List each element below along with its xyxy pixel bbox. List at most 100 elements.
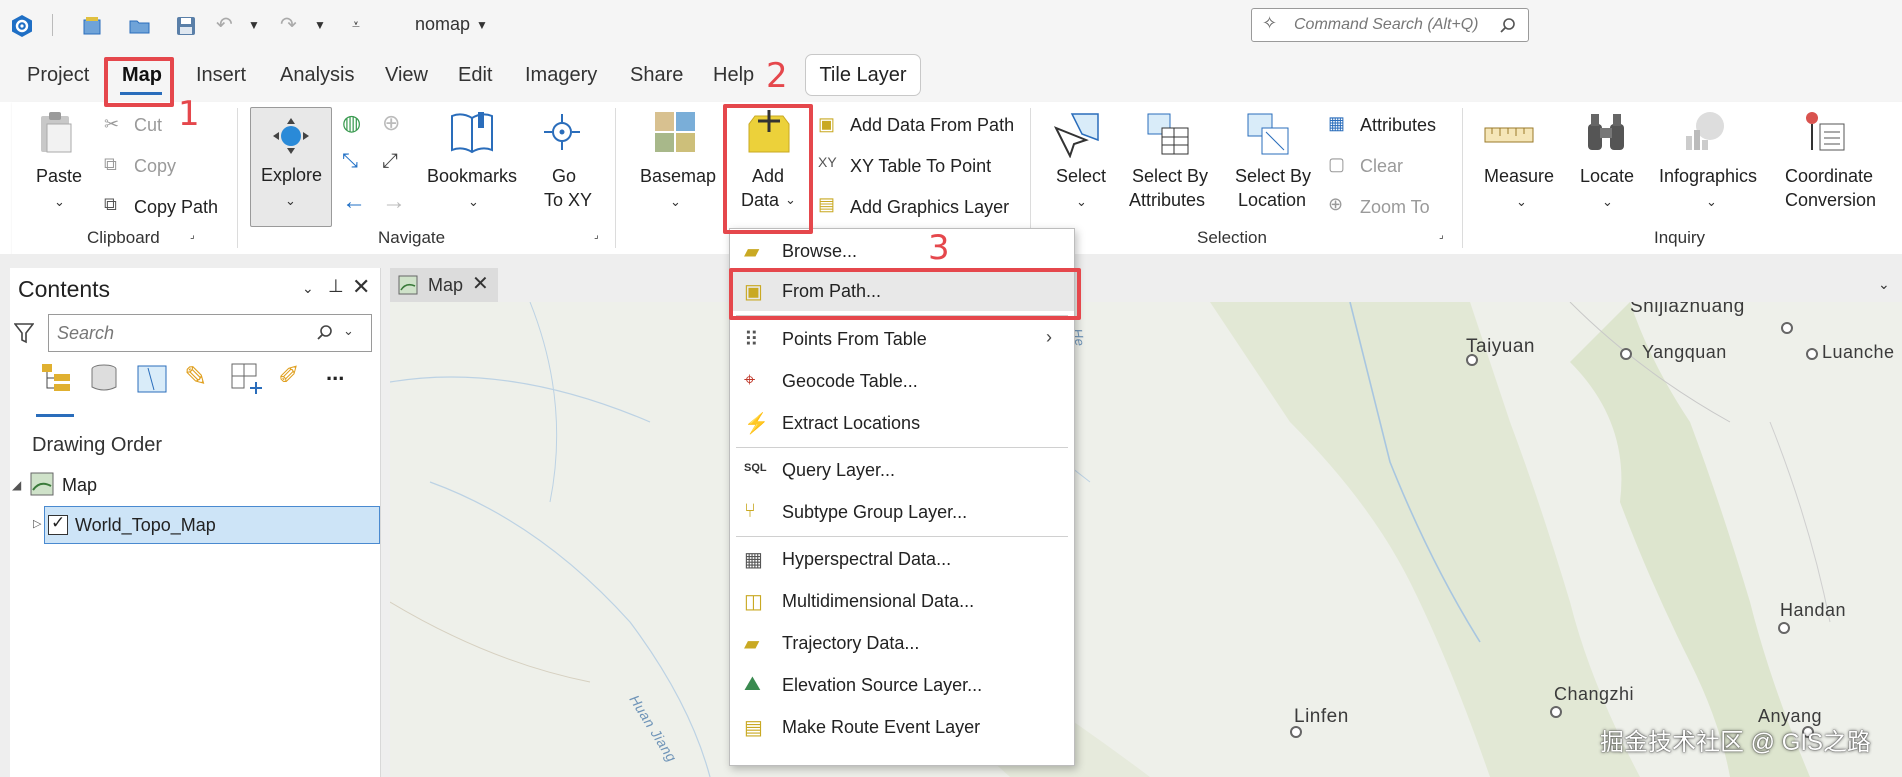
navigate-launcher-icon[interactable]: ⌟ bbox=[594, 230, 599, 241]
menu-item-browse[interactable]: ▰ Browse... bbox=[730, 231, 1074, 271]
explore-globe-icon bbox=[273, 118, 309, 154]
measure-chevron-icon[interactable]: ⌄ bbox=[1516, 194, 1527, 210]
clipboard-launcher-icon[interactable]: ⌟ bbox=[190, 230, 195, 241]
menu-item-subtype-group-layer[interactable]: ⑂ Subtype Group Layer... bbox=[730, 492, 1074, 532]
go-to-xy-line1[interactable]: Go bbox=[552, 164, 576, 188]
tab-analysis[interactable]: Analysis bbox=[280, 64, 354, 87]
menu-item-points-from-table[interactable]: ⠿ Points From Table › bbox=[730, 319, 1074, 359]
list-by-selection-icon[interactable] bbox=[136, 362, 168, 394]
select-by-location-line2[interactable]: Location bbox=[1238, 188, 1306, 212]
copy-path-button[interactable]: Copy Path bbox=[134, 197, 218, 218]
list-by-labeling-icon[interactable]: ✐ bbox=[278, 360, 300, 391]
add-data-from-path-button[interactable]: Add Data From Path bbox=[850, 115, 1014, 136]
collapse-map-icon[interactable]: ◢ bbox=[12, 478, 21, 492]
layer-visibility-checkbox[interactable]: ✓ bbox=[48, 513, 68, 535]
tab-insert[interactable]: Insert bbox=[196, 64, 246, 87]
selection-launcher-icon[interactable]: ⌟ bbox=[1439, 230, 1444, 241]
menu-item-geocode-table[interactable]: ⌖ Geocode Table... bbox=[730, 361, 1074, 401]
list-by-drawing-order-icon[interactable] bbox=[40, 362, 72, 394]
add-graphics-layer-button[interactable]: Add Graphics Layer bbox=[850, 197, 1009, 218]
tab-tile-layer[interactable]: Tile Layer bbox=[805, 54, 921, 96]
undo-dropdown-chevron-icon[interactable]: ▼ bbox=[248, 18, 260, 32]
infographics-button[interactable]: Infographics bbox=[1659, 164, 1757, 188]
redo-icon[interactable]: ↷ bbox=[280, 12, 297, 37]
list-by-snapping-icon[interactable] bbox=[230, 362, 264, 394]
select-by-location-line1[interactable]: Select By bbox=[1235, 164, 1311, 188]
menu-item-make-route-event-layer[interactable]: ▤ Make Route Event Layer bbox=[730, 707, 1074, 747]
locate-chevron-icon[interactable]: ⌄ bbox=[1602, 194, 1613, 210]
layer-row-world-topo-map[interactable]: ▷ ✓ World_Topo_Map bbox=[33, 506, 380, 544]
cut-button[interactable]: Cut bbox=[134, 115, 162, 136]
measure-button[interactable]: Measure bbox=[1484, 164, 1554, 188]
select-button[interactable]: Select bbox=[1056, 164, 1106, 188]
xy-table-to-point-button[interactable]: XY Table To Point bbox=[850, 156, 991, 177]
save-project-icon[interactable] bbox=[174, 14, 198, 38]
pane-options-chevron-icon[interactable]: ⌄ bbox=[302, 280, 314, 297]
more-options-button[interactable]: ... bbox=[326, 360, 344, 386]
coordinate-conversion-line2[interactable]: Conversion bbox=[1785, 188, 1876, 212]
attributes-button[interactable]: Attributes bbox=[1360, 115, 1436, 136]
tab-help[interactable]: Help bbox=[713, 64, 754, 87]
bookmarks-chevron-icon[interactable]: ⌄ bbox=[468, 194, 479, 210]
tab-edit[interactable]: Edit bbox=[458, 64, 492, 87]
select-by-attributes-line1[interactable]: Select By bbox=[1132, 164, 1208, 188]
tab-overflow-chevron-icon[interactable]: ⌄ bbox=[1878, 276, 1890, 293]
explore-button[interactable]: Explore ⌄ bbox=[250, 107, 332, 227]
add-data-line1[interactable]: Add bbox=[752, 164, 784, 188]
coordinate-conversion-line1[interactable]: Coordinate bbox=[1785, 164, 1873, 188]
next-extent-icon[interactable]: → bbox=[382, 188, 406, 216]
fixed-zoom-out-icon[interactable]: ⤢ bbox=[382, 150, 398, 173]
open-project-icon[interactable] bbox=[128, 14, 152, 38]
filter-icon[interactable] bbox=[14, 322, 34, 344]
new-project-icon[interactable] bbox=[81, 14, 105, 38]
menu-item-query-layer[interactable]: SQL Query Layer... bbox=[730, 450, 1074, 490]
paste-chevron-icon[interactable]: ⌄ bbox=[54, 194, 65, 210]
locate-binoculars-icon bbox=[1588, 114, 1624, 150]
locate-button[interactable]: Locate bbox=[1580, 164, 1634, 188]
paste-button[interactable]: Paste bbox=[36, 164, 82, 188]
menu-item-multidimensional-data[interactable]: ◫ Multidimensional Data... bbox=[730, 581, 1074, 621]
project-name-chevron-icon[interactable]: ▼ bbox=[476, 18, 488, 32]
tab-map[interactable]: Map bbox=[122, 64, 162, 87]
map-node-label[interactable]: Map bbox=[62, 475, 97, 496]
close-icon[interactable]: ✕ bbox=[352, 274, 370, 300]
menu-item-trajectory-data[interactable]: ▰ Trajectory Data... bbox=[730, 623, 1074, 663]
fixed-zoom-in-icon[interactable]: ⤡ bbox=[342, 150, 358, 173]
list-by-source-icon[interactable] bbox=[88, 362, 120, 394]
tab-view[interactable]: View bbox=[385, 64, 428, 87]
command-search-box[interactable]: ✧ Command Search (Alt+Q) bbox=[1251, 8, 1529, 42]
basemap-button[interactable]: Basemap bbox=[640, 164, 716, 188]
list-by-editing-icon[interactable]: ✎ bbox=[184, 360, 207, 393]
tab-share[interactable]: Share bbox=[630, 64, 683, 87]
select-by-attributes-line2[interactable]: Attributes bbox=[1129, 188, 1205, 212]
tab-imagery[interactable]: Imagery bbox=[525, 64, 597, 87]
menu-item-hyperspectral-data[interactable]: ▦ Hyperspectral Data... bbox=[730, 539, 1074, 579]
undo-icon[interactable]: ↶ bbox=[216, 12, 233, 37]
tab-project[interactable]: Project bbox=[27, 64, 89, 87]
bookmarks-button[interactable]: Bookmarks bbox=[427, 164, 517, 188]
redo-dropdown-chevron-icon[interactable]: ▼ bbox=[314, 18, 326, 32]
expand-layer-icon[interactable]: ▷ bbox=[33, 517, 41, 530]
menu-item-elevation-source-layer[interactable]: ⛰ Elevation Source Layer... bbox=[730, 665, 1074, 705]
full-extent-icon[interactable]: ◍ bbox=[342, 110, 361, 136]
select-chevron-icon[interactable]: ⌄ bbox=[1076, 194, 1087, 210]
add-data-line2[interactable]: Data bbox=[741, 188, 779, 212]
copy-button[interactable]: Copy bbox=[134, 156, 176, 177]
map-view[interactable]: Shijiazhuang Taiyuan Yangquan Luanche Ha… bbox=[390, 302, 1902, 777]
add-data-chevron-icon[interactable]: ⌄ bbox=[785, 192, 796, 208]
customize-toolbar-icon[interactable]: ⩡ bbox=[352, 16, 360, 33]
previous-extent-icon[interactable]: ← bbox=[342, 188, 366, 216]
go-to-xy-line2[interactable]: To XY bbox=[544, 188, 592, 212]
zoom-to-selected-icon[interactable]: ⊕ bbox=[382, 110, 400, 136]
basemap-chevron-icon[interactable]: ⌄ bbox=[670, 194, 681, 210]
zoom-to-button[interactable]: Zoom To bbox=[1360, 197, 1430, 218]
infographics-chevron-icon[interactable]: ⌄ bbox=[1706, 194, 1717, 210]
tab-map-view[interactable]: Map ✕ bbox=[390, 268, 498, 305]
menu-item-extract-locations[interactable]: ⚡ Extract Locations bbox=[730, 403, 1074, 443]
contents-search-input[interactable]: Search ⌄ bbox=[48, 314, 372, 352]
pin-icon[interactable]: ⊥ bbox=[328, 276, 344, 297]
clear-button[interactable]: Clear bbox=[1360, 156, 1403, 177]
menu-item-from-path[interactable]: ▣ From Path... bbox=[730, 271, 1074, 311]
search-options-chevron-icon[interactable]: ⌄ bbox=[343, 323, 354, 339]
close-map-tab-icon[interactable]: ✕ bbox=[472, 271, 489, 296]
